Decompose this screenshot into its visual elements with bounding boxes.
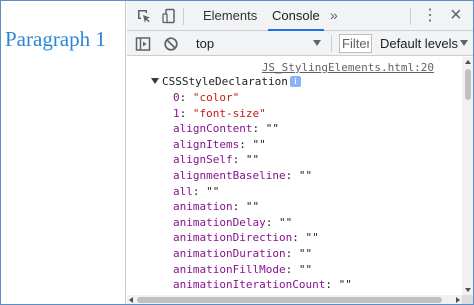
page-viewport: Paragraph 1 [1, 1, 126, 304]
tab-elements[interactable]: Elements [199, 1, 261, 31]
devtools-tab-bar: Elements Console » ⋮ × [127, 1, 473, 31]
property-value: "color" [192, 91, 240, 104]
property-list: 0: "color" 1: "font-size" alignContent: ""… [173, 90, 352, 293]
property-separator: : [252, 122, 266, 136]
property-key: animationIterationCount [173, 278, 326, 292]
property-separator: : [232, 200, 246, 214]
context-selector[interactable]: top [196, 31, 214, 56]
paragraph-1: Paragraph 1 [5, 27, 106, 51]
property-key: alignSelf [173, 153, 233, 167]
property-value: "" [245, 200, 260, 214]
scroll-up-arrow-icon[interactable] [465, 60, 471, 64]
property-value: "" [298, 246, 313, 260]
property-separator: : [239, 137, 253, 151]
expand-triangle-icon[interactable] [151, 78, 159, 84]
property-separator: : [285, 168, 299, 182]
property-row[interactable]: alignContent: "" [173, 121, 352, 137]
property-row[interactable]: all: "" [173, 184, 352, 200]
toolbar-divider [183, 8, 184, 25]
devtools-panel: Elements Console » ⋮ × top Filter Defaul… [127, 1, 473, 304]
property-separator: : [192, 184, 207, 198]
property-key: all [173, 184, 193, 198]
property-row[interactable]: alignSelf: "" [173, 152, 352, 168]
window-frame: Paragraph 1 Elements Console » ⋮ × top F… [0, 0, 474, 305]
toolbar-divider [410, 8, 411, 25]
property-separator: : [265, 215, 279, 229]
vertical-scrollbar[interactable] [462, 57, 473, 295]
property-row[interactable]: animationIterationCount: "" [173, 277, 352, 293]
object-name: CSSStyleDeclaration [162, 75, 288, 88]
property-row[interactable]: 1: "font-size" [173, 106, 352, 122]
property-row[interactable]: animation: "" [173, 199, 352, 215]
property-value: "" [265, 122, 279, 136]
property-value: "" [206, 184, 220, 198]
property-value: "" [338, 278, 352, 292]
scroll-left-arrow-icon[interactable] [129, 297, 133, 303]
property-row[interactable]: animationDelay: "" [173, 215, 352, 231]
console-output: JS_StylingElements.html:20 CSSStyleDecla… [127, 57, 462, 295]
property-key: animationDuration [173, 246, 286, 260]
device-toolbar-icon[interactable] [160, 7, 178, 25]
chevron-down-icon[interactable] [313, 40, 321, 46]
scroll-down-arrow-icon[interactable] [465, 288, 471, 292]
kebab-menu-icon[interactable]: ⋮ [422, 7, 438, 25]
property-row[interactable]: alignItems: "" [173, 137, 352, 153]
property-separator: : [285, 262, 299, 276]
property-value: "" [245, 153, 260, 167]
clear-console-icon[interactable] [162, 35, 180, 53]
property-row[interactable]: animationDuration: "" [173, 246, 352, 262]
horizontal-scrollbar[interactable] [127, 295, 462, 304]
log-levels-selector[interactable]: Default levels [380, 31, 458, 56]
property-value: "font-size" [192, 106, 266, 120]
property-separator: : [179, 91, 193, 104]
property-row[interactable]: animationFillMode: "" [173, 262, 352, 278]
info-icon[interactable]: i [290, 76, 301, 87]
property-value: "" [278, 215, 293, 229]
property-key: alignItems [173, 137, 240, 151]
vertical-scroll-thumb[interactable] [465, 69, 471, 100]
property-separator: : [285, 246, 299, 260]
property-value: "" [298, 168, 313, 182]
property-row[interactable]: 0: "color" [173, 90, 352, 106]
property-separator: : [232, 153, 246, 167]
property-separator: : [292, 231, 306, 245]
property-value: "" [298, 262, 313, 276]
property-key: 1 [173, 106, 180, 120]
tab-console[interactable]: Console [268, 1, 324, 31]
source-link[interactable]: JS_StylingElements.html:20 [262, 61, 434, 74]
property-key: animationDelay [173, 215, 266, 229]
toolbar-divider [331, 35, 332, 52]
property-separator: : [179, 106, 193, 120]
property-key: animationFillMode [173, 262, 286, 276]
more-tabs-chevron-icon[interactable]: » [330, 1, 338, 31]
property-row[interactable]: alignmentBaseline: "" [173, 168, 352, 184]
property-key: animation [173, 200, 233, 214]
property-key: alignContent [173, 122, 253, 136]
property-value: "" [305, 231, 319, 245]
inspect-element-icon[interactable] [135, 7, 153, 25]
close-icon[interactable]: × [450, 5, 462, 25]
property-row[interactable]: animationDirection: "" [173, 230, 352, 246]
console-sidebar-icon[interactable] [134, 35, 152, 53]
chevron-down-icon[interactable] [460, 40, 468, 46]
property-key: alignmentBaseline [173, 168, 286, 182]
property-key: animationDirection [173, 231, 293, 245]
property-key: 0 [173, 91, 180, 104]
filter-input[interactable] [339, 34, 372, 53]
scrollbar-corner [462, 295, 473, 304]
property-separator: : [325, 278, 339, 292]
scroll-right-arrow-icon[interactable] [456, 297, 460, 303]
property-value: "" [252, 137, 266, 151]
console-toolbar: top Default levels [127, 31, 473, 56]
horizontal-scroll-thumb[interactable] [137, 297, 442, 303]
